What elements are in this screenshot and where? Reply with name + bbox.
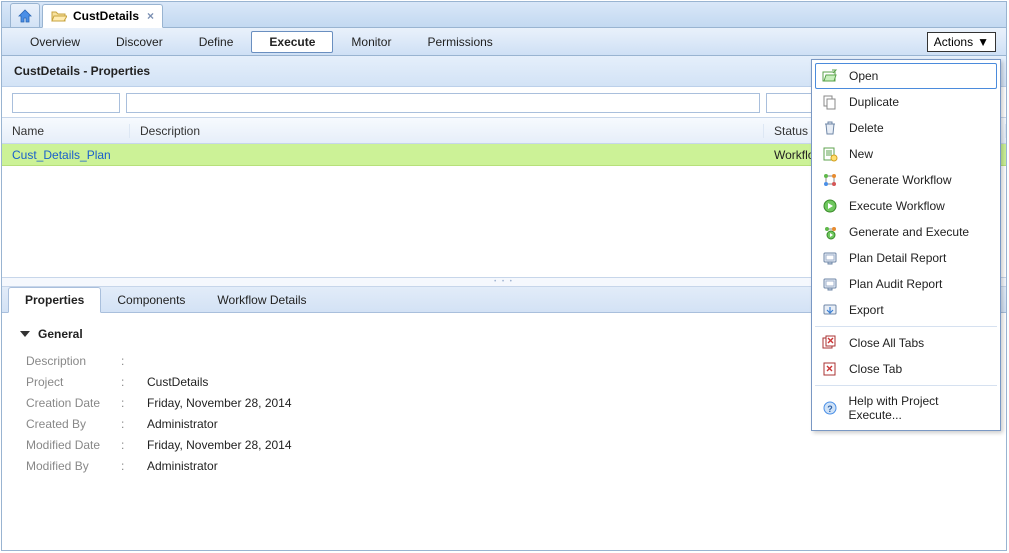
filter-description-input[interactable] xyxy=(126,93,760,113)
col-name[interactable]: Name xyxy=(2,124,130,138)
tab-components[interactable]: Components xyxy=(101,288,201,312)
menu-item-label: Plan Detail Report xyxy=(849,251,946,265)
nav-discover[interactable]: Discover xyxy=(98,31,181,53)
nav-execute[interactable]: Execute xyxy=(251,31,333,53)
menu-item-label: Export xyxy=(849,303,884,317)
menu-item-execute-workflow[interactable]: Execute Workflow xyxy=(815,193,997,219)
menu-item-open[interactable]: Open xyxy=(815,63,997,89)
actions-button[interactable]: Actions ▼ xyxy=(927,32,996,52)
delete-icon xyxy=(821,120,839,136)
menu-item-duplicate[interactable]: Duplicate xyxy=(815,89,997,115)
top-tab-bar: CustDetails × xyxy=(2,2,1006,28)
section-title: General xyxy=(38,327,83,341)
prop-modified-by: Modified By : Administrator xyxy=(26,456,988,477)
report-icon xyxy=(821,250,839,266)
menu-item-label: Open xyxy=(849,69,878,83)
menu-item-new[interactable]: New xyxy=(815,141,997,167)
nav-monitor[interactable]: Monitor xyxy=(333,31,409,53)
menu-item-plan-audit-report[interactable]: Plan Audit Report xyxy=(815,271,997,297)
prop-modified-date: Modified Date : Friday, November 28, 201… xyxy=(26,435,988,456)
execute-workflow-icon xyxy=(821,198,839,214)
main-tab-label: CustDetails xyxy=(73,9,139,23)
menu-item-help-with-project-execute[interactable]: ? Help with Project Execute... xyxy=(815,389,997,427)
menu-separator xyxy=(815,385,997,386)
folder-open-icon xyxy=(51,9,67,23)
generate-workflow-icon xyxy=(821,172,839,188)
menu-item-delete[interactable]: Delete xyxy=(815,115,997,141)
menu-item-close-all-tabs[interactable]: Close All Tabs xyxy=(815,330,997,356)
generate-execute-icon xyxy=(821,224,839,240)
menu-item-label: Help with Project Execute... xyxy=(848,394,991,422)
nav-permissions[interactable]: Permissions xyxy=(409,31,510,53)
open-icon xyxy=(821,68,839,84)
menu-item-export[interactable]: Export xyxy=(815,297,997,323)
collapse-icon xyxy=(20,331,30,337)
new-icon xyxy=(821,146,839,162)
menu-item-label: Generate and Execute xyxy=(849,225,969,239)
report-icon xyxy=(821,276,839,292)
menu-item-plan-detail-report[interactable]: Plan Detail Report xyxy=(815,245,997,271)
menu-item-label: New xyxy=(849,147,873,161)
actions-label: Actions xyxy=(934,35,973,49)
help-icon: ? xyxy=(821,400,838,416)
menu-item-label: Execute Workflow xyxy=(849,199,945,213)
main-tab[interactable]: CustDetails × xyxy=(42,4,163,28)
menu-item-label: Close All Tabs xyxy=(849,336,924,350)
close-all-tabs-icon xyxy=(821,335,839,351)
menu-separator xyxy=(815,326,997,327)
actions-menu: Open Duplicate Delete New Generate Workflow E… xyxy=(811,59,1001,431)
nav-define[interactable]: Define xyxy=(181,31,252,53)
menu-item-label: Plan Audit Report xyxy=(849,277,942,291)
menu-item-generate-workflow[interactable]: Generate Workflow xyxy=(815,167,997,193)
chevron-down-icon: ▼ xyxy=(977,35,989,49)
close-icon[interactable]: × xyxy=(147,9,154,23)
menu-item-label: Generate Workflow xyxy=(849,173,952,187)
home-icon xyxy=(17,8,33,24)
tab-workflow-details[interactable]: Workflow Details xyxy=(201,288,322,312)
menu-item-label: Duplicate xyxy=(849,95,899,109)
menu-item-generate-and-execute[interactable]: Generate and Execute xyxy=(815,219,997,245)
menu-item-close-tab[interactable]: Close Tab xyxy=(815,356,997,382)
nav-bar: Overview Discover Define Execute Monitor… xyxy=(2,28,1006,56)
tab-properties[interactable]: Properties xyxy=(8,287,101,313)
nav-overview[interactable]: Overview xyxy=(12,31,98,53)
menu-item-label: Delete xyxy=(849,121,884,135)
row-name[interactable]: Cust_Details_Plan xyxy=(2,148,130,162)
filter-name-input[interactable] xyxy=(12,93,120,113)
export-icon xyxy=(821,302,839,318)
duplicate-icon xyxy=(821,94,839,110)
close-tab-icon xyxy=(821,361,839,377)
svg-text:?: ? xyxy=(827,404,833,414)
home-button[interactable] xyxy=(10,3,40,27)
menu-item-label: Close Tab xyxy=(849,362,902,376)
col-description[interactable]: Description xyxy=(130,124,764,138)
